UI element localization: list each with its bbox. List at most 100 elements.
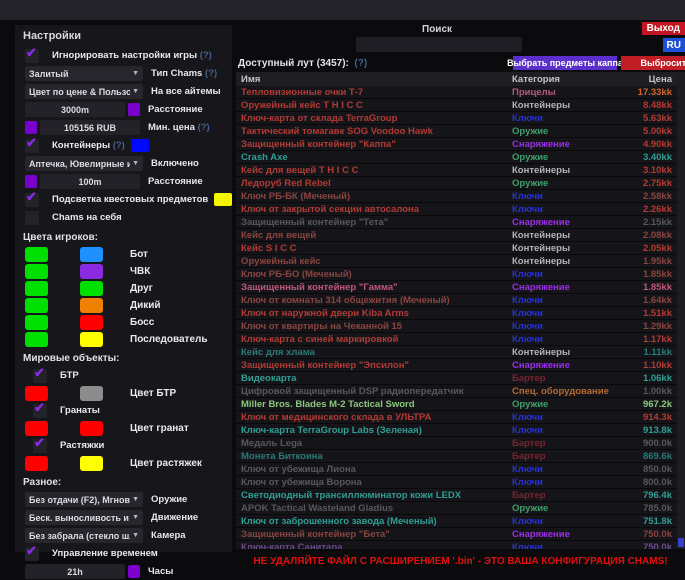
loot-row[interactable]: Оружейный кейс T H I C CКонтейнеры8.48kk [236, 99, 685, 112]
loot-row[interactable]: Светодиодный трансиллюминатор кожи LEDXБ… [236, 489, 685, 502]
color-swatch-primary[interactable] [25, 247, 48, 262]
containers-filter-select[interactable]: Аптечка, Ювелирные и... ▼ [25, 156, 143, 171]
loot-row[interactable]: Тактический томагавк SOG Voodoo HawkОруж… [236, 125, 685, 138]
loot-row[interactable]: Кейс для вещей T H I C CКонтейнеры3.10kk [236, 164, 685, 177]
help-icon[interactable]: (?) [200, 50, 212, 61]
loot-row[interactable]: Медаль LegaБартер900.0k [236, 437, 685, 450]
loot-item-price: 1.11kk [622, 347, 685, 358]
loot-item-price: 3.40kk [622, 152, 685, 163]
loot-row[interactable]: Защищенный контейнер "Эпсилон"Снаряжение… [236, 359, 685, 372]
color-swatch-primary[interactable] [25, 421, 48, 436]
color-swatch-secondary[interactable] [80, 247, 103, 262]
quest-items-color-swatch[interactable] [214, 193, 232, 206]
loot-row[interactable]: Ключ от закрытой секции автосалонаКлючи2… [236, 203, 685, 216]
exit-button[interactable]: Выход [642, 22, 685, 35]
color-swatch-primary[interactable] [25, 386, 48, 401]
world-object-checkbox[interactable] [33, 404, 47, 418]
loot-row[interactable]: ВидеокартаБартер1.06kk [236, 372, 685, 385]
color-swatch-secondary[interactable] [80, 298, 103, 313]
help-icon[interactable]: (?) [113, 140, 125, 151]
world-object-checkbox[interactable] [33, 439, 47, 453]
loot-row[interactable]: Монета БиткоинаБартер869.6k [236, 450, 685, 463]
loot-row[interactable]: Цифровой защищенный DSP радиопередатчикС… [236, 385, 685, 398]
loot-row[interactable]: Ключ РБ-БК (Меченый)Ключи2.58kk [236, 190, 685, 203]
containers-checkbox[interactable] [25, 139, 39, 153]
column-header-name[interactable]: Имя [236, 74, 512, 85]
color-swatch-primary[interactable] [25, 281, 48, 296]
loot-row[interactable]: Защищенный контейнер "Каппа"Снаряжение4.… [236, 138, 685, 151]
chams-type-select[interactable]: Залитый ▼ [25, 66, 143, 81]
loot-row[interactable]: Защищенный контейнер "Гамма"Снаряжение1.… [236, 281, 685, 294]
hours-color-swatch[interactable] [128, 565, 140, 578]
loot-row[interactable]: Ключ-карта с синей маркировкойКлючи1.17k… [236, 333, 685, 346]
select-kappa-items-button[interactable]: Выбрать предметы каппа [513, 56, 617, 70]
loot-row[interactable]: Ключ от убежища ЛионаКлючи850.0k [236, 463, 685, 476]
misc-select[interactable]: Беск. выносливость и нет уста▼ [25, 510, 143, 525]
language-button[interactable]: RU [663, 38, 685, 52]
color-swatch-primary[interactable] [25, 332, 48, 347]
color-swatch-primary[interactable] [25, 315, 48, 330]
color-swatch-secondary[interactable] [80, 281, 103, 296]
loot-row[interactable]: Ключ от наружной двери Kiba ArmsКлючи1.5… [236, 307, 685, 320]
loot-row[interactable]: Ключ от медицинского склада в УЛЬТРАКлюч… [236, 411, 685, 424]
loot-row[interactable]: Ключ от убежища ВоронаКлючи800.0k [236, 476, 685, 489]
time-control-checkbox[interactable] [25, 547, 39, 561]
containers-distance-color-swatch[interactable] [25, 175, 37, 188]
scrollbar-thumb[interactable] [678, 538, 684, 547]
loot-row[interactable]: Ключ от квартиры на Чеканной 15Ключи1.29… [236, 320, 685, 333]
misc-select[interactable]: Без отдачи (F2), Мгновенное п▼ [25, 492, 143, 507]
loot-row[interactable]: Кейс S I C CКонтейнеры2.05kk [236, 242, 685, 255]
color-swatch-primary[interactable] [25, 264, 48, 279]
help-icon[interactable]: (?) [198, 122, 210, 133]
player-colors-list: БотЧВКДругДикийБоссПоследователь [15, 246, 232, 347]
player-color-row: ЧВК [25, 263, 232, 279]
min-price-input[interactable]: 105156 RUB [40, 120, 140, 135]
column-header-price[interactable]: Цена [622, 74, 685, 85]
self-chams-checkbox[interactable] [25, 211, 39, 225]
loot-row[interactable]: Miller Bros. Blades M-2 Tactical SwordОр… [236, 398, 685, 411]
scrollbar-track[interactable] [677, 72, 685, 549]
loot-row[interactable]: Ключ-карта от склада TerraGroupКлючи5.63… [236, 112, 685, 125]
column-header-category[interactable]: Категория [512, 74, 622, 85]
misc-select[interactable]: Без забрала (стекло шлема)▼ [25, 528, 143, 543]
containers-distance-input[interactable]: 100m [40, 174, 140, 189]
color-swatch-primary[interactable] [25, 456, 48, 471]
loot-row[interactable]: APOK Tactical Wasteland GladiusОружие785… [236, 502, 685, 515]
loot-row[interactable]: Ключ-карта TerraGroup Labs (Зеленая)Ключ… [236, 424, 685, 437]
loot-row[interactable]: Защищенный контейнер "Тета"Снаряжение2.1… [236, 216, 685, 229]
loot-row[interactable]: Ледоруб Red RebelОружие2.75kk [236, 177, 685, 190]
ignore-game-settings-checkbox[interactable] [25, 49, 39, 63]
loot-row[interactable]: Тепловизионные очки Т-7Прицелы17.33kk [236, 86, 685, 99]
loot-row[interactable]: Защищенный контейнер "Бета"Снаряжение750… [236, 528, 685, 541]
help-icon[interactable]: (?) [205, 68, 217, 79]
color-swatch-secondary[interactable] [80, 315, 103, 330]
all-items-select[interactable]: Цвет по цене & Пользователь ▼ [25, 84, 143, 99]
loot-item-category: Снаряжение [512, 139, 622, 150]
player-type-label: Дикий [130, 300, 161, 311]
loot-row[interactable]: Ключ от заброшенного завода (Меченый)Клю… [236, 515, 685, 528]
loot-row[interactable]: Оружейный кейсКонтейнеры1.95kk [236, 255, 685, 268]
containers-color-swatch[interactable] [131, 139, 149, 152]
loot-row[interactable]: Ключ от комнаты 314 общежития (Меченый)К… [236, 294, 685, 307]
world-object-checkbox[interactable] [33, 369, 47, 383]
color-swatch-secondary[interactable] [80, 264, 103, 279]
hours-input[interactable]: 21h [25, 564, 125, 579]
search-input[interactable] [356, 37, 522, 52]
distance-color-swatch[interactable] [128, 103, 140, 116]
min-price-color-swatch[interactable] [25, 121, 37, 134]
help-icon[interactable]: (?) [354, 58, 367, 69]
drop-all-button[interactable]: Выбросить все [621, 56, 685, 70]
loot-item-name: Ключ от убежища Ворона [236, 477, 512, 488]
color-swatch-secondary[interactable] [80, 456, 103, 471]
loot-row[interactable]: Кейс для хламаКонтейнеры1.11kk [236, 346, 685, 359]
distance-input[interactable]: 3000m [25, 102, 125, 117]
loot-row[interactable]: Ключ-карта СанитараКлючи750.0k [236, 541, 685, 549]
color-swatch-secondary[interactable] [80, 332, 103, 347]
loot-row[interactable]: Crash AxeОружие3.40kk [236, 151, 685, 164]
loot-row[interactable]: Ключ РБ-БО (Меченый)Ключи1.85kk [236, 268, 685, 281]
color-swatch-secondary[interactable] [80, 386, 103, 401]
color-swatch-secondary[interactable] [80, 421, 103, 436]
quest-items-checkbox[interactable] [25, 193, 39, 207]
color-swatch-primary[interactable] [25, 298, 48, 313]
loot-row[interactable]: Кейс для вещейКонтейнеры2.08kk [236, 229, 685, 242]
